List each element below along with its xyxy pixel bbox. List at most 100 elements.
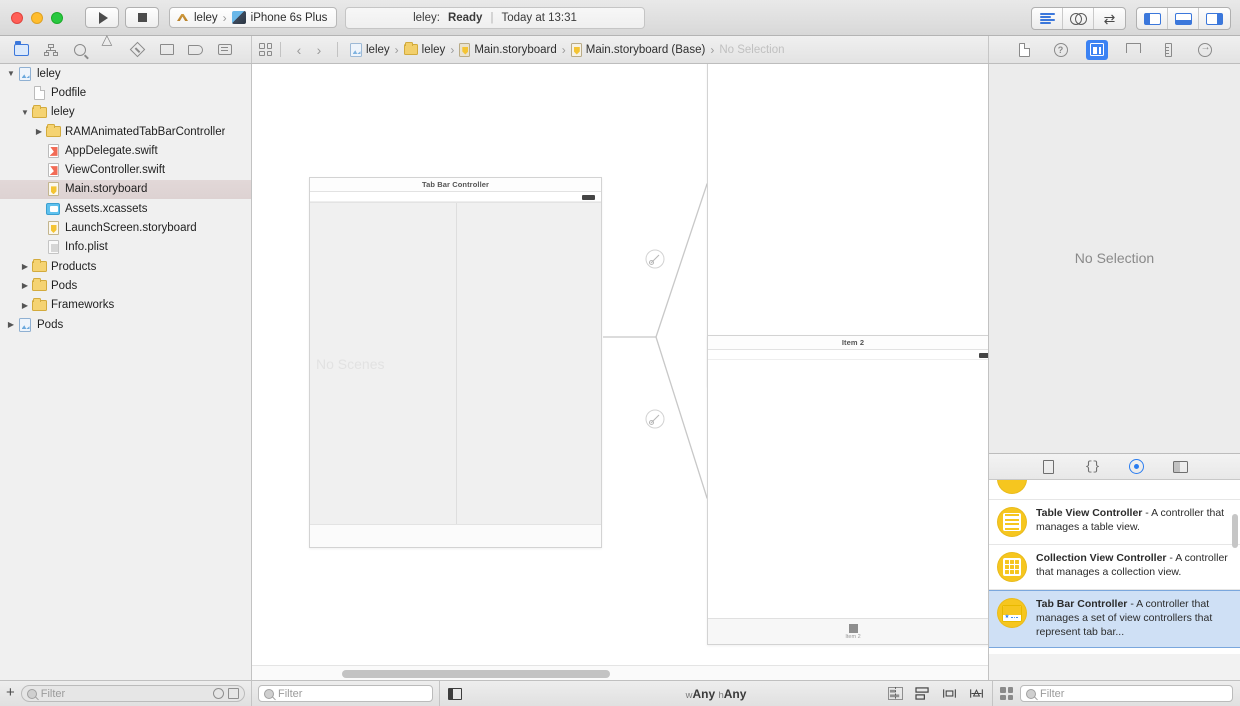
breadcrumb-item-storyboard-base[interactable]: Main.storyboard (Base): [567, 42, 710, 57]
inspector-tab-connections[interactable]: [1194, 40, 1216, 60]
navigator-tab-breakpoint[interactable]: [181, 39, 210, 61]
scene-tab-bar-controller[interactable]: Tab Bar Controller No Scenes: [309, 177, 602, 548]
navigator-tab-symbol[interactable]: [36, 39, 65, 61]
navigator-tab-report[interactable]: [210, 39, 239, 61]
interface-builder-tools: [888, 687, 984, 700]
navigator-tab-issue[interactable]: [94, 31, 123, 61]
library-tab-media[interactable]: [1171, 458, 1191, 476]
tree-row[interactable]: leley: [0, 64, 251, 83]
library-scrollbar[interactable]: [1232, 514, 1238, 548]
tree-row[interactable]: LaunchScreen.storyboard: [0, 218, 251, 237]
breadcrumb-item-storyboard[interactable]: Main.storyboard: [455, 42, 560, 57]
embed-in-stack-tool-icon[interactable]: [969, 687, 984, 700]
no-scenes-placeholder: No Scenes: [316, 355, 385, 372]
related-items-icon[interactable]: [259, 43, 272, 56]
disclosure-triangle-icon[interactable]: [19, 108, 31, 117]
storyboard-icon: [47, 182, 59, 197]
filter-placeholder: Filter: [1040, 687, 1065, 700]
inspector-tab-identity[interactable]: [1085, 39, 1108, 60]
object-library-list[interactable]: through a hierarchy of views. Table View…: [989, 480, 1240, 654]
tree-row[interactable]: RAMAnimatedTabBarController: [0, 122, 251, 141]
minimize-button[interactable]: [31, 11, 43, 24]
navigator-tab-find[interactable]: [65, 39, 94, 61]
tree-row[interactable]: Frameworks: [0, 296, 251, 315]
disclosure-triangle-icon[interactable]: [5, 320, 17, 329]
tree-row[interactable]: ViewController.swift: [0, 160, 251, 179]
navigator-filter-field[interactable]: Filter: [20, 685, 245, 702]
inspector-tab-quick-help[interactable]: ?: [1050, 40, 1072, 60]
tree-row[interactable]: Podfile: [0, 83, 251, 102]
size-class-w-value: Any: [692, 686, 716, 701]
inspector-empty-message: No Selection: [1074, 250, 1155, 266]
size-class-indicator[interactable]: wAny hAny: [686, 687, 747, 701]
disclosure-triangle-icon[interactable]: [19, 301, 31, 310]
disclosure-triangle-icon[interactable]: [33, 127, 45, 136]
tree-row-label: Assets.xcassets: [65, 202, 148, 215]
toggle-navigator-button[interactable]: [1137, 8, 1168, 29]
library-view-mode-icon[interactable]: [1000, 687, 1013, 700]
library-tab-code-snippet[interactable]: {}: [1083, 458, 1103, 476]
storyboard-canvas[interactable]: Tab Bar Controller No Scenes Item 1: [252, 64, 988, 680]
scheme-project-label: leley: [194, 11, 218, 24]
tree-row[interactable]: Pods: [0, 276, 251, 295]
stop-button[interactable]: [125, 7, 159, 28]
inspector-tab-attributes[interactable]: [1122, 40, 1144, 60]
assistant-editor-button[interactable]: [1063, 8, 1094, 29]
library-tab-file-template[interactable]: [1039, 458, 1059, 476]
list-item-table-view-controller[interactable]: Table View Controller - A controller tha…: [989, 500, 1240, 545]
list-item-partial[interactable]: through a hierarchy of views.: [989, 480, 1240, 500]
resolve-auto-layout-issues-tool-icon[interactable]: [942, 687, 957, 700]
inspector-tab-file[interactable]: [1014, 40, 1036, 60]
navigator-tab-project[interactable]: [7, 39, 36, 61]
library-tab-object[interactable]: [1127, 458, 1147, 476]
tree-row[interactable]: Main.storyboard: [0, 179, 251, 200]
list-item-tab-bar-controller[interactable]: ★ Tab Bar Controller - A controller that…: [989, 590, 1240, 648]
breadcrumb-item-project[interactable]: leley: [346, 42, 394, 57]
outline-filter-field[interactable]: Filter: [258, 685, 433, 702]
source-control-filter-icon[interactable]: [228, 688, 239, 699]
tree-row-label: AppDelegate.swift: [65, 144, 158, 157]
disclosure-triangle-icon[interactable]: [5, 69, 17, 78]
scene-body: No Scenes: [310, 192, 601, 547]
breadcrumb-item-group[interactable]: leley: [400, 42, 450, 56]
breadcrumb-label: leley: [366, 43, 390, 56]
close-button[interactable]: [11, 11, 23, 24]
breadcrumb-item-selection[interactable]: No Selection: [715, 44, 788, 56]
canvas-horizontal-scrollbar[interactable]: [252, 665, 988, 680]
navigator-tab-test[interactable]: [123, 39, 152, 61]
add-file-button[interactable]: +: [6, 685, 15, 702]
scrollbar-thumb[interactable]: [342, 670, 610, 678]
scheme-selector[interactable]: leley › iPhone 6s Plus: [169, 7, 338, 28]
list-item-collection-view-controller[interactable]: Collection View Controller - A controlle…: [989, 545, 1240, 590]
tab-bar: Item 2: [708, 618, 988, 644]
toggle-debug-area-button[interactable]: [1168, 8, 1199, 29]
disclosure-triangle-icon[interactable]: [19, 262, 31, 271]
tree-row[interactable]: Assets.xcassets: [0, 199, 251, 218]
navigator-tab-debug[interactable]: [152, 39, 181, 61]
simulator-icon: [231, 11, 246, 24]
library-tab-bar: {}: [989, 454, 1240, 480]
scene-item-2[interactable]: Item 2 Item 2: [707, 335, 988, 645]
inspector-tab-size[interactable]: [1158, 40, 1180, 60]
align-tool-icon[interactable]: [888, 687, 903, 700]
project-navigator[interactable]: leley Podfile leley RAMAnimatedTabBarContro…: [0, 64, 252, 680]
standard-editor-button[interactable]: [1032, 8, 1063, 29]
divider: [280, 42, 281, 57]
library-filter-field[interactable]: Filter: [1020, 685, 1233, 702]
file-icon-wrap: [45, 221, 61, 236]
pin-tool-icon[interactable]: [915, 687, 930, 700]
back-button[interactable]: ‹: [289, 42, 309, 58]
tree-row[interactable]: Pods: [0, 315, 251, 334]
forward-button[interactable]: ›: [309, 42, 329, 58]
tree-row[interactable]: Info.plist: [0, 238, 251, 257]
tree-row[interactable]: leley: [0, 103, 251, 122]
zoom-button[interactable]: [51, 11, 63, 24]
toggle-utilities-button[interactable]: [1199, 8, 1230, 29]
disclosure-triangle-icon[interactable]: [19, 281, 31, 290]
document-outline-toggle-icon[interactable]: [448, 687, 462, 700]
tree-row[interactable]: Products: [0, 257, 251, 276]
tree-row[interactable]: AppDelegate.swift: [0, 141, 251, 160]
recent-files-filter-icon[interactable]: [213, 688, 224, 699]
run-button[interactable]: [85, 7, 119, 28]
version-editor-button[interactable]: ⇄: [1094, 8, 1125, 29]
